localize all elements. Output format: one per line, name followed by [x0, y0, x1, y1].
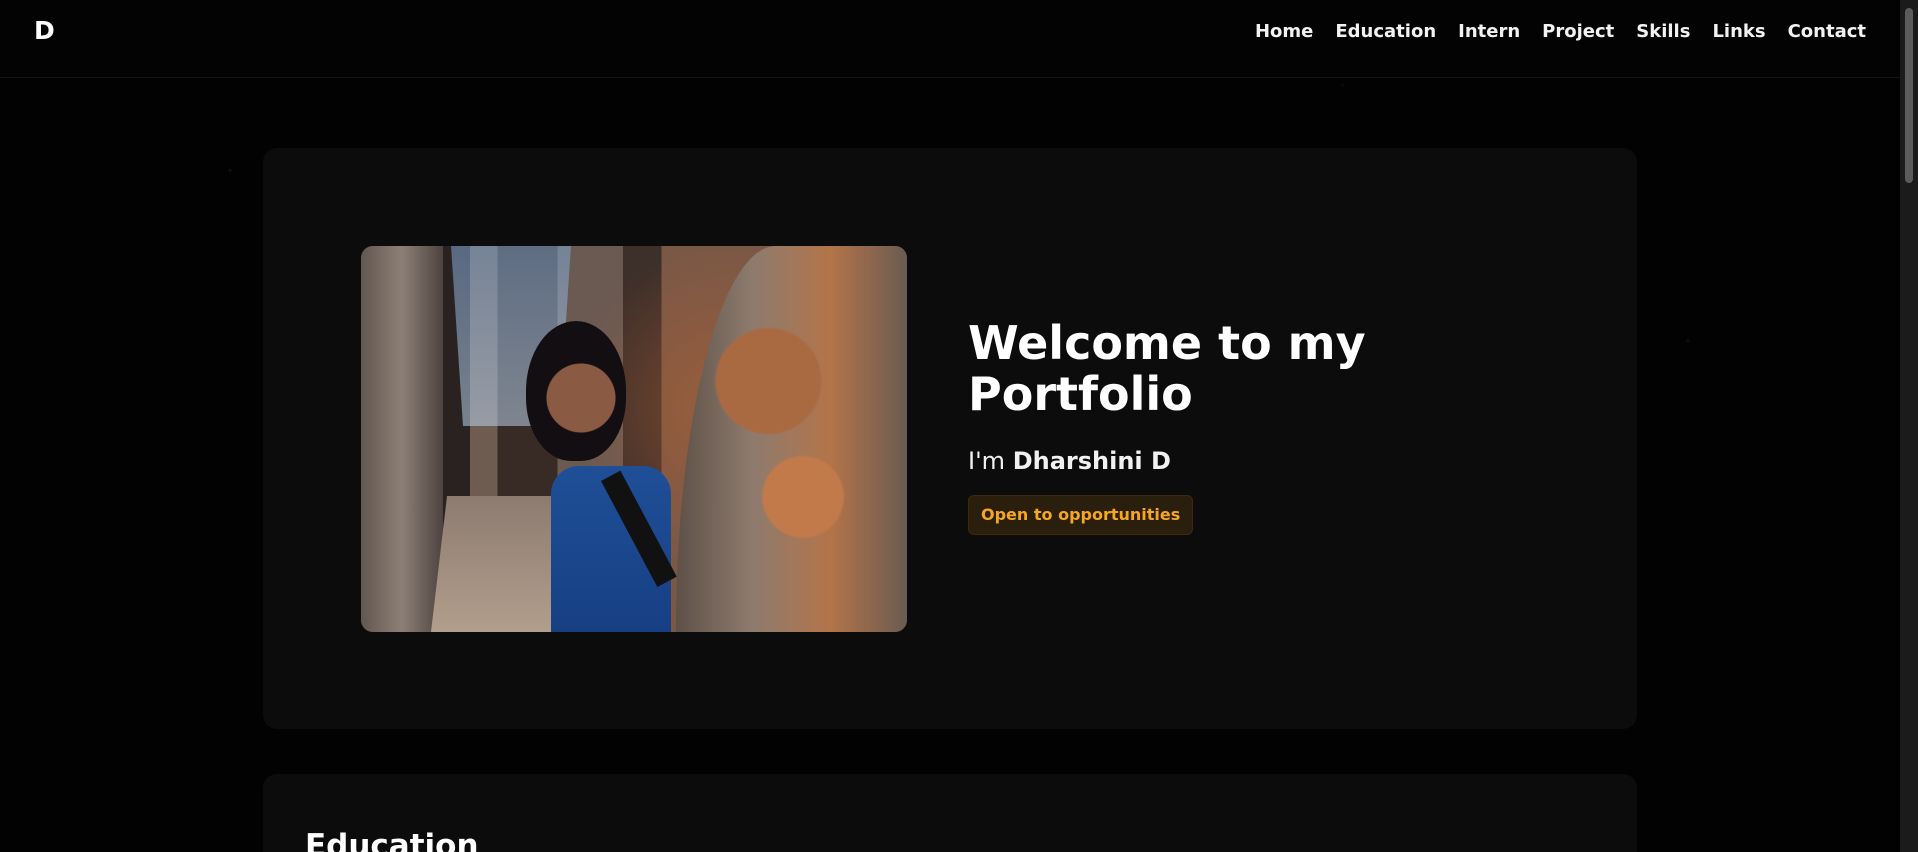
- opportunities-badge: Open to opportunities: [968, 495, 1194, 536]
- nav-links[interactable]: Links: [1712, 21, 1765, 42]
- portfolio-page: D Home Education Intern Project Skills L…: [0, 0, 1918, 852]
- nav-contact[interactable]: Contact: [1788, 21, 1866, 42]
- top-navigation: D Home Education Intern Project Skills L…: [0, 0, 1900, 78]
- nav-education[interactable]: Education: [1335, 21, 1436, 42]
- nav-home[interactable]: Home: [1255, 21, 1313, 42]
- nav-skills[interactable]: Skills: [1636, 21, 1690, 42]
- education-section: Education: [263, 774, 1637, 852]
- education-title: Education: [305, 828, 479, 852]
- nav-intern[interactable]: Intern: [1458, 21, 1520, 42]
- page-scrollbar[interactable]: [1900, 0, 1918, 852]
- hero-content: Welcome to my Portfolio I'm Dharshini D …: [968, 316, 1588, 536]
- nav-links: Home Education Intern Project Skills Lin…: [1255, 21, 1866, 42]
- hero-subtitle-prefix: I'm: [968, 447, 1006, 476]
- photo-tree-right: [676, 246, 907, 632]
- photo-tree-left: [361, 246, 443, 632]
- logo[interactable]: D: [34, 16, 55, 45]
- hero-name: Dharshini D: [1012, 447, 1171, 476]
- nav-project[interactable]: Project: [1542, 21, 1614, 42]
- photo-person-head: [526, 321, 626, 461]
- hero-title: Welcome to my Portfolio: [968, 316, 1366, 421]
- scrollbar-thumb[interactable]: [1905, 8, 1913, 183]
- hero-card: Welcome to my Portfolio I'm Dharshini D …: [263, 148, 1637, 729]
- profile-photo: [361, 246, 907, 632]
- hero-subtitle: I'm Dharshini D: [968, 447, 1588, 475]
